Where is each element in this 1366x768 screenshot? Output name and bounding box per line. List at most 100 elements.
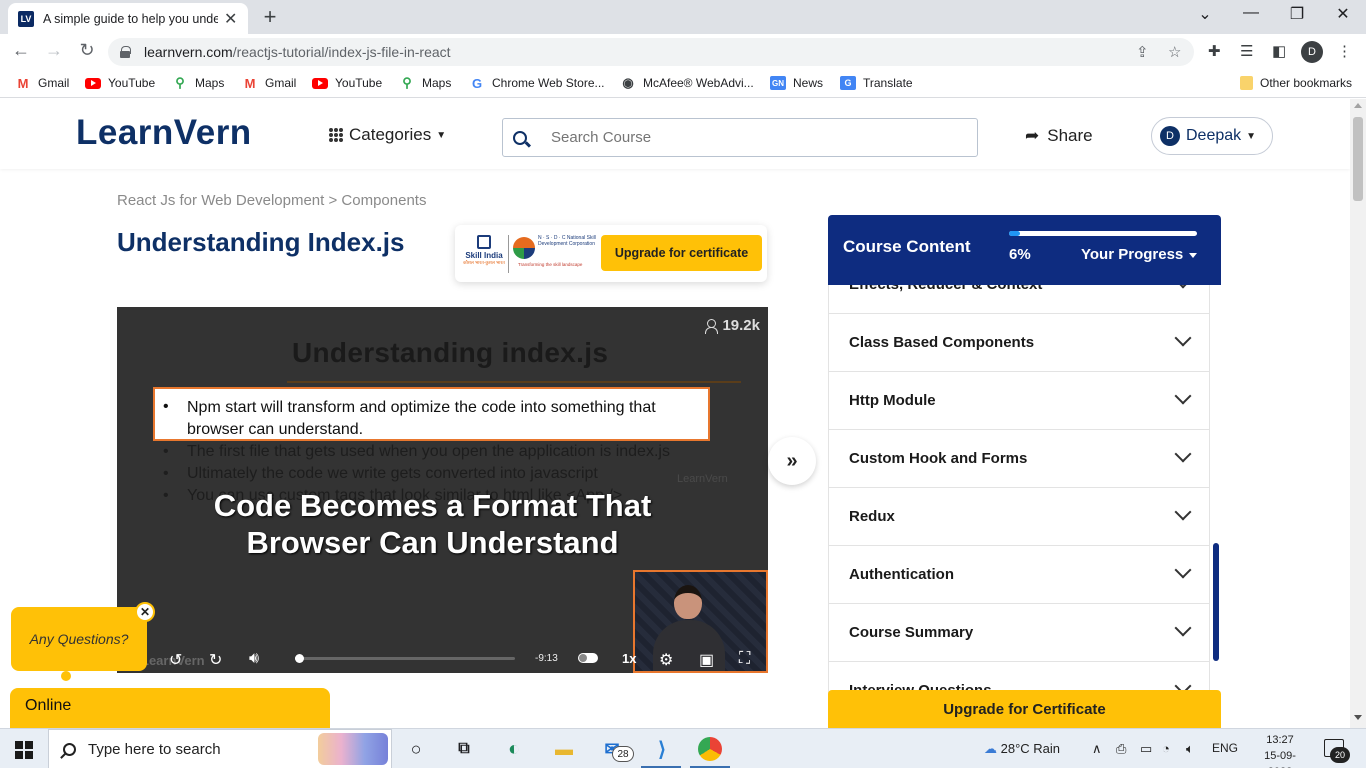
- speaker-icon[interactable]: 🔈︎: [1186, 741, 1194, 757]
- side-panel-icon[interactable]: ◧: [1272, 42, 1286, 60]
- browser-tab[interactable]: LV A simple guide to help you unde ✕: [8, 3, 248, 34]
- module-list[interactable]: Effects, Reducer & Context Class Based C…: [828, 285, 1210, 728]
- module-list-scrollbar[interactable]: [1212, 285, 1221, 728]
- lock-icon[interactable]: [120, 46, 131, 58]
- other-bookmarks[interactable]: Other bookmarks: [1240, 76, 1352, 90]
- seek-handle[interactable]: [295, 654, 305, 663]
- chevron-down-icon: ▼: [1246, 130, 1257, 142]
- categories-menu[interactable]: Categories ▼: [329, 125, 446, 145]
- close-bubble-icon[interactable]: ✕: [135, 602, 155, 622]
- chrome-icon[interactable]: [698, 737, 722, 761]
- module-item[interactable]: Course Summary: [829, 604, 1209, 662]
- bookmark-chrome-web-store[interactable]: G Chrome Web Store...: [469, 76, 605, 91]
- module-item[interactable]: Authentication: [829, 546, 1209, 604]
- grid-dots-icon: [329, 128, 343, 142]
- upgrade-certificate-button[interactable]: Upgrade for certificate: [601, 235, 762, 271]
- share-page-icon[interactable]: ⇪: [1136, 43, 1149, 61]
- instructor-head: [674, 585, 702, 619]
- module-item[interactable]: Class Based Components: [829, 314, 1209, 372]
- autoplay-toggle[interactable]: [578, 653, 598, 663]
- page-scrollbar-thumb[interactable]: [1353, 117, 1363, 201]
- module-item[interactable]: Http Module: [829, 372, 1209, 430]
- scroll-down-arrow-icon[interactable]: [1354, 715, 1362, 720]
- video-player[interactable]: Understanding index.js 19.2k • Npm start…: [117, 307, 768, 673]
- bookmark-maps[interactable]: ⚲ Maps: [399, 75, 451, 90]
- task-view-icon[interactable]: ⧉: [452, 737, 476, 761]
- restore-button[interactable]: ❐: [1283, 4, 1311, 24]
- minimize-button[interactable]: —: [1237, 4, 1265, 22]
- file-explorer-icon[interactable]: ▬: [552, 737, 576, 761]
- menu-kebab-icon[interactable]: ⋮: [1337, 42, 1352, 60]
- tray-chevron-up-icon[interactable]: ∧: [1092, 741, 1102, 757]
- bookmark-star-icon[interactable]: ☆: [1168, 43, 1181, 61]
- vscode-icon[interactable]: ⟩: [650, 737, 674, 761]
- reading-list-icon[interactable]: ☰: [1240, 42, 1253, 60]
- profile-avatar[interactable]: D: [1301, 41, 1323, 63]
- fullscreen-icon[interactable]: ⛶: [739, 650, 750, 668]
- windows-start-icon[interactable]: [15, 741, 33, 759]
- bookmarks-bar: M Gmail YouTube ⚲ Maps M Gmail YouTube ⚲ Map…: [0, 71, 1366, 98]
- module-item[interactable]: Effects, Reducer & Context: [829, 285, 1209, 314]
- page-scrollbar[interactable]: [1350, 99, 1366, 728]
- person-icon: [705, 318, 719, 334]
- system-clock[interactable]: 13:27 15-09-2022: [1252, 732, 1308, 768]
- bookmark-youtube[interactable]: YouTube: [85, 76, 155, 90]
- module-list-scrollbar-thumb[interactable]: [1213, 543, 1219, 661]
- rewind-icon[interactable]: ↺: [169, 650, 182, 670]
- user-menu[interactable]: D Deepak ▼: [1151, 117, 1273, 155]
- bookmark-gmail[interactable]: M Gmail: [15, 75, 70, 91]
- module-item[interactable]: Redux: [829, 488, 1209, 546]
- bookmark-gmail[interactable]: M Gmail: [242, 76, 297, 91]
- tab-search-chevron-icon[interactable]: ⌄: [1191, 4, 1219, 24]
- any-questions-bubble[interactable]: Any Questions?: [11, 607, 147, 671]
- categories-label: Categories: [349, 125, 432, 144]
- back-button[interactable]: ←: [8, 40, 34, 61]
- bookmark-translate[interactable]: G Translate: [840, 76, 913, 90]
- wifi-icon[interactable]: ◔: [1162, 741, 1170, 756]
- volume-icon[interactable]: 🔊︎: [249, 650, 259, 668]
- search-highlight-art[interactable]: [318, 733, 388, 765]
- bookmark-mcafee[interactable]: ◉ McAfee® WebAdvi...: [620, 75, 753, 90]
- skill-india-logo: Skill India कौशल भारत-कुशल भारत: [461, 235, 507, 273]
- bookmark-news[interactable]: GN News: [770, 76, 823, 90]
- course-search-box[interactable]: [502, 118, 978, 157]
- bubble-tail: [61, 671, 71, 681]
- bookmark-youtube[interactable]: YouTube: [312, 76, 382, 90]
- bookmark-maps[interactable]: ⚲ Maps: [172, 75, 225, 90]
- forward-button[interactable]: →: [41, 40, 67, 61]
- extensions-puzzle-icon[interactable]: ✚: [1208, 42, 1221, 60]
- scroll-up-arrow-icon[interactable]: [1354, 103, 1362, 108]
- bookmark-label: Maps: [195, 76, 225, 90]
- edge-icon[interactable]: ◐: [502, 737, 526, 761]
- close-window-button[interactable]: ✕: [1329, 4, 1357, 24]
- upgrade-certificate-bottom-button[interactable]: Upgrade for Certificate: [828, 690, 1221, 728]
- weather-widget[interactable]: ☁ 28°C Rain: [984, 741, 1060, 757]
- playback-speed[interactable]: 1x: [622, 651, 636, 666]
- chevron-down-icon: [1174, 285, 1192, 289]
- forward-icon[interactable]: ↻: [209, 650, 222, 670]
- your-progress-dropdown[interactable]: Your Progress: [1081, 246, 1198, 263]
- close-tab-icon[interactable]: ✕: [224, 9, 237, 29]
- video-watermark: LearnVern: [677, 473, 728, 485]
- reload-button[interactable]: ↻: [74, 40, 100, 61]
- gmail-icon: M: [17, 75, 29, 91]
- language-indicator[interactable]: ENG: [1212, 741, 1238, 755]
- share-button[interactable]: ➦ Share: [1025, 126, 1093, 146]
- view-count-label: 19.2k: [722, 317, 760, 334]
- course-search-input[interactable]: [551, 129, 951, 146]
- new-tab-button[interactable]: +: [258, 4, 282, 30]
- module-item[interactable]: Custom Hook and Forms: [829, 430, 1209, 488]
- meet-now-icon[interactable]: ⎙: [1116, 741, 1126, 757]
- learnvern-logo[interactable]: LearnVern: [76, 113, 252, 153]
- picture-in-picture-icon[interactable]: ▣: [699, 650, 714, 670]
- battery-icon[interactable]: ▭: [1140, 741, 1152, 757]
- module-title: Redux: [849, 508, 895, 525]
- settings-gear-icon[interactable]: ⚙: [659, 650, 673, 670]
- page-viewport: LearnVern Categories ▼ ➦ Share D Deepak …: [0, 99, 1366, 728]
- chat-online-bar[interactable]: Online: [10, 688, 330, 728]
- seek-bar[interactable]: [295, 654, 515, 663]
- breadcrumb[interactable]: React Js for Web Development > Component…: [117, 192, 426, 209]
- cortana-icon[interactable]: ○: [404, 737, 428, 761]
- url-bar[interactable]: learnvern.com/reactjs-tutorial/index-js-…: [108, 38, 1194, 66]
- next-lesson-button[interactable]: »: [768, 437, 816, 485]
